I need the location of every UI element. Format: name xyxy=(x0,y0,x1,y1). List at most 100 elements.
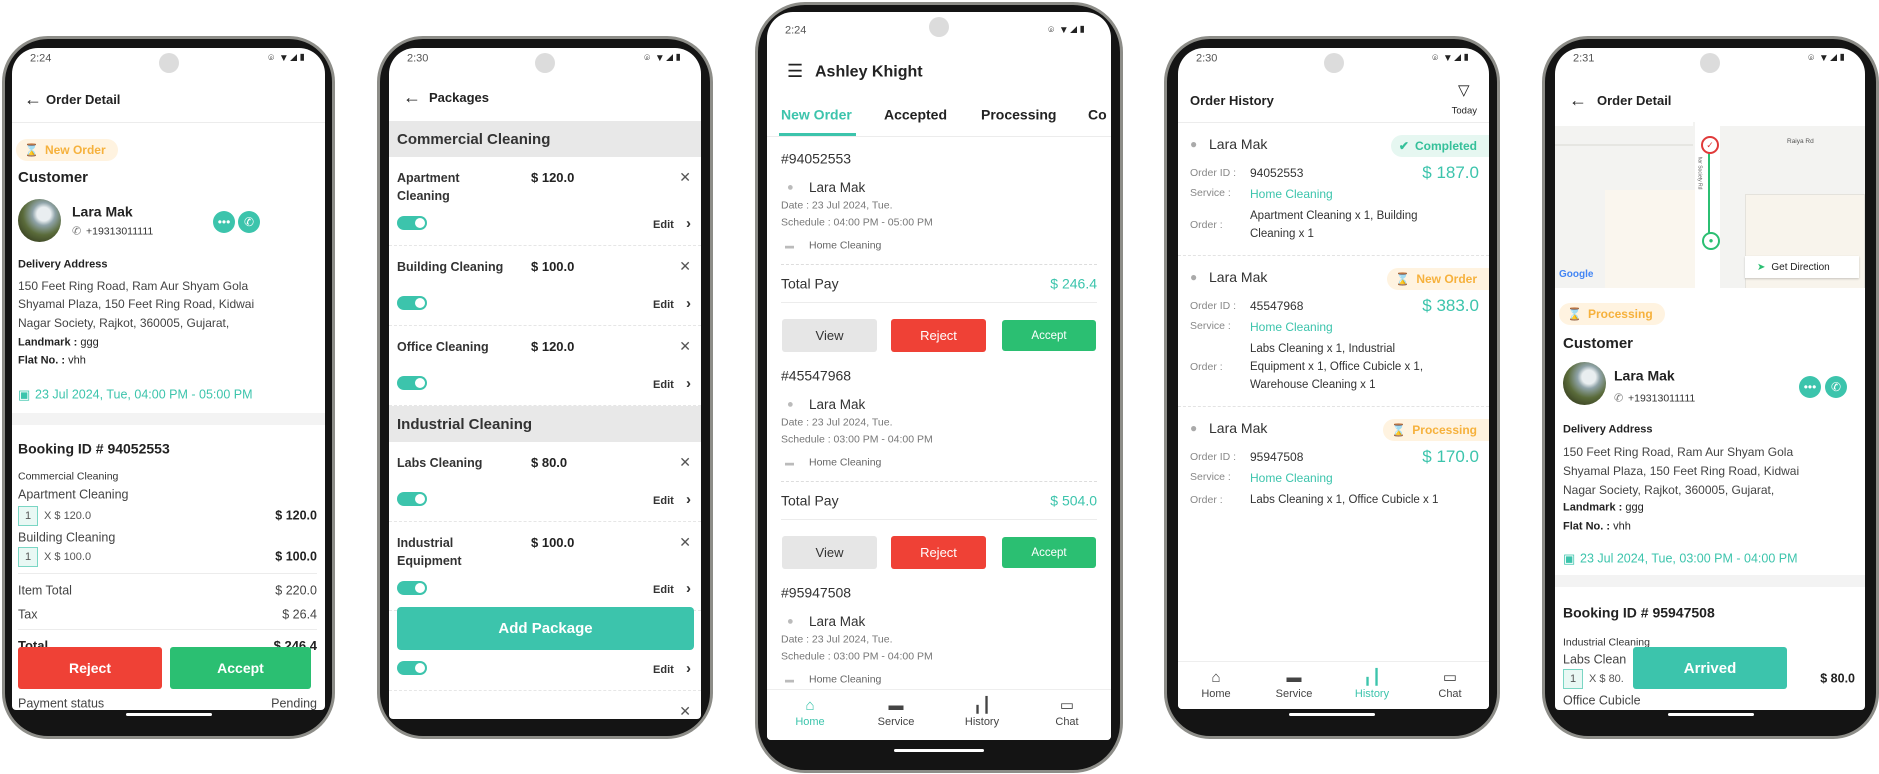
order-label: Order : xyxy=(1190,219,1223,231)
status-time: 2:24 xyxy=(30,52,52,65)
hamburger-menu-icon[interactable]: ☰ xyxy=(787,61,803,83)
edit-button[interactable]: Edit › xyxy=(653,215,691,232)
home-indicator[interactable] xyxy=(125,713,212,716)
history-card[interactable]: ● Lara Mak ⌛ New Order Order ID : 45547968 $ 3… xyxy=(1178,256,1489,407)
arrived-button[interactable]: Arrived xyxy=(1633,647,1787,689)
customer-phone: +19313011111 xyxy=(1628,392,1696,405)
package-enabled-toggle[interactable] xyxy=(397,376,427,390)
camera xyxy=(158,53,179,73)
accept-button[interactable]: Accept xyxy=(1002,537,1096,568)
hourglass-icon: ⌛ xyxy=(24,143,39,157)
package-price: $ 120.0 xyxy=(531,170,575,185)
nav-service[interactable]: ▬ Service xyxy=(1259,668,1329,700)
home-indicator[interactable] xyxy=(502,713,588,716)
delete-x-icon[interactable]: ✕ xyxy=(679,454,691,471)
package-enabled-toggle[interactable] xyxy=(397,581,427,595)
payment-status-label: Payment status xyxy=(18,696,105,711)
delete-x-icon[interactable]: ✕ xyxy=(679,258,691,275)
view-button[interactable]: View xyxy=(782,536,877,569)
accept-button[interactable]: Accept xyxy=(1002,320,1096,351)
phone-packages: 2:30 ⌾ ▼◢▮ ← Packages Commercial Cleanin… xyxy=(377,36,713,739)
filter-label[interactable]: Today xyxy=(1452,105,1477,116)
chevron-right-icon: › xyxy=(681,490,691,508)
customer-name: Lara Mak xyxy=(1209,420,1268,436)
nav-home[interactable]: ⌂ Home xyxy=(1181,668,1251,700)
call-icon[interactable]: ✆ xyxy=(1825,376,1847,398)
back-arrow-icon[interactable]: ← xyxy=(403,87,421,109)
customer-name: Lara Mak xyxy=(809,179,866,195)
add-package-button[interactable]: Add Package xyxy=(397,607,694,650)
tab-completed[interactable]: Co xyxy=(1088,107,1107,124)
camera xyxy=(1700,53,1720,73)
edit-button[interactable]: Edit › xyxy=(653,491,691,508)
accept-button[interactable]: Accept xyxy=(170,647,311,689)
delete-x-icon[interactable]: ✕ xyxy=(679,534,691,551)
view-button[interactable]: View xyxy=(782,319,877,352)
chat-icon[interactable]: ••• xyxy=(1799,376,1821,398)
order-id: #95947508 xyxy=(781,584,852,601)
nav-label: Home xyxy=(1201,688,1231,700)
delete-x-icon[interactable]: ✕ xyxy=(679,338,691,355)
package-item: Office Cleaning $ 120.0 ✕ Edit › xyxy=(389,326,701,406)
customer-heading: Customer xyxy=(1563,335,1634,352)
nav-history[interactable]: ╻┃ History xyxy=(947,696,1017,728)
home-indicator[interactable] xyxy=(1667,713,1754,716)
delete-x-icon[interactable]: ✕ xyxy=(679,169,691,186)
history-card[interactable]: ● Lara Mak ✔ Completed Order ID : 94052553 $ 1… xyxy=(1178,123,1489,256)
customer-name: Lara Mak xyxy=(1614,367,1675,384)
dashed-divider xyxy=(781,481,1097,482)
package-name: Office Cleaning xyxy=(397,340,489,354)
back-arrow-icon[interactable]: ← xyxy=(1569,90,1587,112)
order-items: Labs Cleaning x 1, Industrial Equipment … xyxy=(1250,343,1424,391)
reject-button[interactable]: Reject xyxy=(18,647,162,689)
phone-order-detail-new: 2:24 ⌾ ▼◢▮ ← Order Detail ⌛ New Order Cus… xyxy=(2,36,335,739)
nav-label: Home xyxy=(795,716,825,728)
get-direction-label: Get Direction xyxy=(1771,261,1830,273)
address-line: 150 Feet Ring Road, Ram Aur Shyam Gola xyxy=(18,278,249,293)
bottom-nav: ⌂ Home ▬ Service ╻┃ History ▭ Chat xyxy=(767,689,1111,740)
nav-chat[interactable]: ▭ Chat xyxy=(1032,696,1102,728)
package-enabled-toggle[interactable] xyxy=(397,216,427,230)
package-section-header: Industrial Cleaning xyxy=(389,406,701,442)
package-name: Labs Cleaning xyxy=(397,456,483,470)
delete-x-icon[interactable]: ✕ xyxy=(679,703,691,719)
tab-accepted[interactable]: Accepted xyxy=(884,107,947,124)
edit-label: Edit xyxy=(653,583,674,596)
reject-button[interactable]: Reject xyxy=(891,319,986,352)
current-location-pin-icon: ● xyxy=(1702,232,1720,250)
call-icon[interactable]: ✆ xyxy=(238,211,260,233)
edit-button[interactable]: Edit › xyxy=(653,580,691,597)
package-enabled-toggle[interactable] xyxy=(397,661,427,675)
nav-history[interactable]: ╻┃ History xyxy=(1337,668,1407,700)
monitor-chat-icon: ▭ xyxy=(1442,669,1458,686)
get-direction-button[interactable]: ➤ Get Direction xyxy=(1745,256,1859,278)
history-card[interactable]: ● Lara Mak ⌛ Processing Order ID : 95947508 $ … xyxy=(1178,407,1489,521)
address-line: 150 Feet Ring Road, Ram Aur Shyam Gola xyxy=(1563,444,1794,459)
chevron-right-icon: › xyxy=(681,294,691,312)
edit-button[interactable]: Edit › xyxy=(653,660,691,677)
tab-processing[interactable]: Processing xyxy=(981,107,1056,124)
map-view[interactable]: Raiya Rd har Society Rd ✓ ● Google ➤ Get … xyxy=(1555,122,1865,288)
home-screen: 2:24 ⌾ ▼◢▮ ☰ Ashley Khight New Order Acc… xyxy=(767,12,1111,740)
reject-button[interactable]: Reject xyxy=(891,536,986,569)
quantity-box: 1 xyxy=(1563,669,1583,689)
phone-order-detail-processing: 2:31 ⌾ ▼◢▮ ← Order Detail Raiya Rd har S… xyxy=(1542,36,1879,739)
home-indicator[interactable] xyxy=(894,749,984,752)
filter-icon[interactable]: ▽ xyxy=(1458,82,1470,100)
chat-icon[interactable]: ••• xyxy=(213,211,235,233)
nav-chat[interactable]: ▭ Chat xyxy=(1415,668,1485,700)
order-amount: $ 187.0 xyxy=(1422,163,1479,182)
item-total: $ 120.0 xyxy=(275,508,317,523)
tab-new-order[interactable]: New Order xyxy=(781,107,852,124)
status-icons: ⌾ ▼◢▮ xyxy=(268,53,307,64)
back-arrow-icon[interactable]: ← xyxy=(24,89,42,111)
home-indicator[interactable] xyxy=(1289,713,1375,716)
service-name: Home Cleaning xyxy=(809,673,882,686)
quantity-box: 1 xyxy=(18,547,38,567)
package-enabled-toggle[interactable] xyxy=(397,296,427,310)
edit-button[interactable]: Edit › xyxy=(653,295,691,312)
nav-home[interactable]: ⌂ Home xyxy=(775,696,845,728)
package-enabled-toggle[interactable] xyxy=(397,492,427,506)
nav-service[interactable]: ▬ Service xyxy=(861,696,931,728)
edit-button[interactable]: Edit › xyxy=(653,375,691,392)
